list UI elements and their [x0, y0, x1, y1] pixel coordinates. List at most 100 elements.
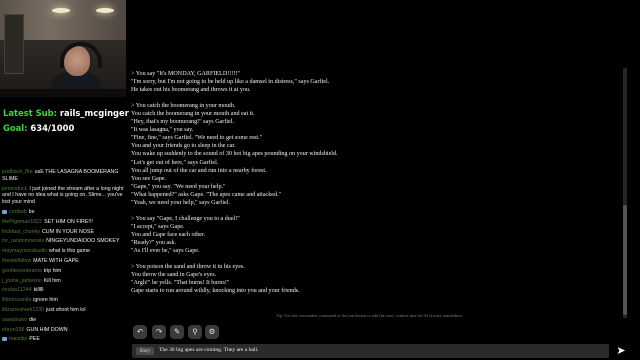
chat-nick: lilbrotuxsnila: [2, 297, 32, 304]
redo-button[interactable]: ↷: [152, 325, 166, 339]
latest-sub-name: rails_mcginger: [59, 108, 129, 118]
story-line: "Hey, that's my boomerang!" says Garfiel…: [131, 119, 234, 126]
goal-label: Goal:: [3, 123, 28, 133]
chat-text: be: [28, 208, 35, 215]
story-input-field[interactable]: The 30 big apes are coming. They are a b…: [159, 347, 258, 353]
story-line: You all jump out of the car and run into…: [131, 167, 267, 174]
story-line: > You poison the sand and throw it in hi…: [131, 264, 245, 271]
chat-nick: crotbob: [9, 208, 27, 215]
pencil-icon: ✎: [173, 327, 181, 337]
chat-message: lilbrotuxsnila ignore him: [2, 297, 124, 304]
story-line: He takes out his boomerang and throws it…: [131, 87, 251, 94]
chat-nick: gordlarvontearns: [2, 267, 42, 274]
story-line: "Fine, fine," says Garfiel. "We need to …: [131, 135, 263, 142]
latest-sub: Latest Sub: rails_mcginger: [3, 108, 129, 118]
chat-text: PEE: [29, 336, 40, 343]
chat-badge-icon: [2, 209, 7, 214]
chat-nick: sawainuko: [2, 316, 28, 323]
chat-nick: thelatelbllow: [2, 257, 32, 264]
chat-text: GUN HIM DOWN: [26, 326, 68, 333]
chat-text: just shoot him lol: [46, 306, 86, 313]
send-icon: ➤: [616, 344, 626, 357]
headphones-icon: [60, 42, 102, 68]
chat-text: what is this game: [49, 248, 90, 255]
webcam-desk: [0, 89, 126, 97]
story-line: > You say "It's MONDAY, GARFIELD!!!!!": [131, 71, 240, 77]
story-line: "Gape," you say. "We need your help.": [131, 183, 226, 190]
chat-message: frickfast_chonky CUM IN YOUR NOSE: [2, 229, 124, 236]
story-line: You catch the boomerang in your mouth an…: [131, 111, 255, 118]
edit-button[interactable]: ✎: [170, 325, 184, 339]
webcam-feed: [0, 0, 126, 97]
story-line: You wake up suddenly to the sound of 30 …: [131, 151, 338, 158]
chat-message: thePigeman1022 SET HIM ON FIRE!!!: [2, 219, 124, 226]
chat-nick: ibizarreshark1230: [2, 306, 45, 313]
chat-text: Kill him: [43, 277, 61, 284]
story-output: > You say "It's MONDAY, GARFIELD!!!!!" "…: [131, 70, 551, 295]
story-input-bar[interactable]: Story The 30 big apes are coming. They a…: [132, 344, 609, 358]
undo-icon: ↶: [136, 327, 144, 337]
chat-message: ebrun336 GUN HIM DOWN: [2, 327, 124, 334]
chat-nick: thePigeman1022: [2, 218, 43, 225]
chat-message: ibizarreshark1230 just shoot him lol: [2, 307, 124, 314]
chat-message: maymaymorabadin what is this game: [2, 248, 124, 255]
story-line: "As I'll ever be," says Gape.: [131, 248, 200, 255]
story-line: You throw the sand in Gape's eyes.: [131, 272, 217, 279]
chat-badge-icon: [2, 336, 7, 341]
story-scrollbar-thumb[interactable]: [623, 205, 627, 315]
chat-log: pudbach_flre usE THE LASAGNA BOOMERANG SL…: [2, 169, 124, 346]
chat-message: pudbach_flre usE THE LASAGNA BOOMERANG SL…: [2, 169, 124, 183]
chat-nick: pudbach_flre: [2, 169, 33, 175]
pin-icon: ⚲: [192, 327, 198, 337]
chat-nick: jamesduck: [2, 185, 28, 192]
webcam-door: [4, 14, 24, 74]
chat-nick: ncolas11244: [2, 287, 32, 294]
input-mode-button[interactable]: Story: [136, 347, 154, 355]
story-line: > You say "Gape, I challenge you to a du…: [131, 215, 240, 222]
story-gap: [131, 255, 551, 263]
chat-message: crotbob be: [2, 209, 124, 216]
chat-text: NINGEYUNDAIOOO SMOKEY: [46, 238, 120, 245]
story-line: "I'm sorry, but I'm not going to be held…: [131, 79, 330, 86]
sub-goal: Goal: 634/1000: [3, 123, 74, 133]
pin-button[interactable]: ⚲: [188, 325, 202, 339]
gear-icon: ⚙: [208, 327, 216, 337]
send-button[interactable]: ➤: [614, 345, 628, 357]
chat-nick: mr_randomnessis: [2, 238, 45, 245]
story-line: "Ready?" you ask.: [131, 239, 177, 246]
chat-message: mr_randomnessis NINGEYUNDAIOOO SMOKEY: [2, 238, 124, 245]
story-line: > You catch the boomerang in your mouth.: [131, 103, 236, 110]
chat-nick: ebrun336: [2, 326, 25, 333]
ceiling-light: [96, 8, 114, 13]
story-line: "Argh!" he yells. "That burns! It burns!…: [131, 280, 230, 287]
tip-text: Tip: Use the /remember command or the pi…: [276, 313, 464, 318]
story-line: "It was lasagna," you say.: [131, 127, 194, 134]
settings-button[interactable]: ⚙: [205, 325, 219, 339]
story-line: Gape starts to run around wildly, knocki…: [131, 288, 300, 295]
chat-message: gordlarvontearns trip him: [2, 268, 124, 275]
redo-icon: ↷: [155, 327, 163, 337]
story-gap: [131, 94, 551, 102]
story-line: You and your friends go to sleep in the …: [131, 143, 236, 150]
chat-text: SET HIM ON FIRE!!!: [44, 218, 93, 225]
chat-message: naoziko PEE: [2, 336, 124, 343]
chat-text: MATE WITH GAPE: [33, 257, 79, 264]
chat-text: die: [29, 316, 37, 323]
chat-message: jamesduck I just joined the stream after …: [2, 186, 124, 206]
chat-message: sawainuko die: [2, 317, 124, 324]
story-line: "I accept," says Gape.: [131, 223, 185, 230]
chat-nick: naoziko: [9, 336, 28, 343]
chat-text: ignore him: [33, 297, 58, 304]
chat-text: CUM IN YOUR NOSE: [41, 228, 94, 235]
story-gap: [131, 207, 551, 215]
chat-message: ncolas11244 killlll: [2, 287, 124, 294]
story-line: "Yeah, we need your help," says Garfiel.: [131, 199, 230, 206]
undo-button[interactable]: ↶: [133, 325, 147, 339]
chat-message: thelatelbllow MATE WITH GAPE: [2, 258, 124, 265]
story-line: "What happened?" asks Gape. "The apes ca…: [131, 191, 282, 198]
chat-text: killlll: [33, 287, 44, 294]
story-line: You see Gape.: [131, 175, 167, 182]
chat-nick: frickfast_chonky: [2, 228, 40, 235]
goal-value: 634/1000: [30, 123, 75, 133]
chat-message: j_joshe_jameson Kill him: [2, 278, 124, 285]
